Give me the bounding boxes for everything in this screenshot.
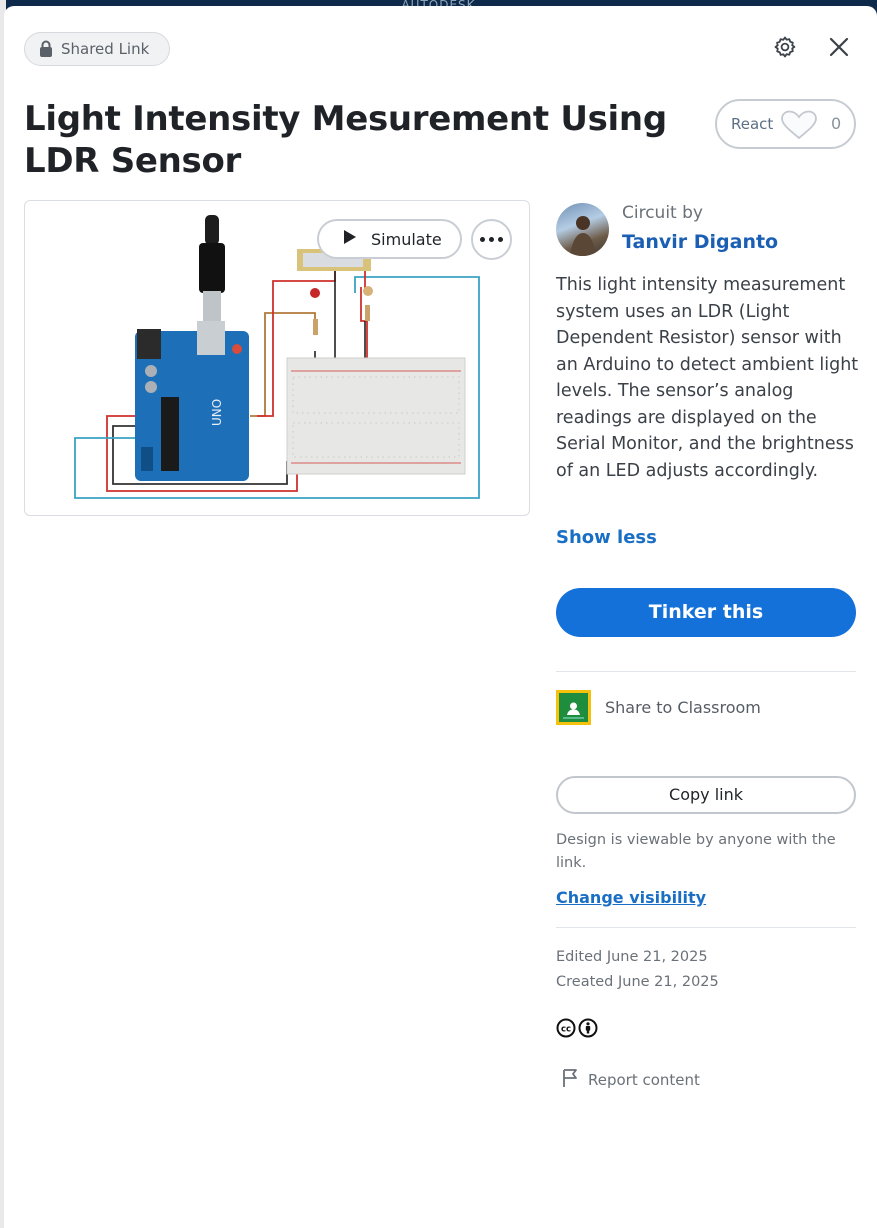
simulate-label: Simulate — [371, 229, 442, 249]
gear-icon — [773, 35, 797, 63]
created-date: Created June 21, 2025 — [556, 974, 719, 990]
design-title: Light Intensity Mesurement Using LDR Sen… — [24, 99, 667, 181]
author-name-link[interactable]: Tanvir Diganto — [622, 231, 778, 253]
react-label: React — [731, 115, 774, 133]
visibility-label: Shared Link — [61, 40, 150, 58]
author-avatar[interactable] — [556, 203, 609, 256]
play-icon — [343, 229, 357, 249]
license-badge[interactable]: cc — [556, 1018, 598, 1042]
author-label: Circuit by — [622, 203, 703, 223]
circuit-preview[interactable]: UNO Simulate — [24, 200, 530, 516]
svg-text:cc: cc — [561, 1025, 571, 1035]
flag-icon — [562, 1068, 580, 1092]
share-classroom-label: Share to Classroom — [605, 698, 761, 717]
creative-commons-icon: cc — [556, 1018, 576, 1042]
close-icon — [829, 37, 849, 61]
close-button[interactable] — [824, 34, 854, 64]
lock-icon — [39, 40, 53, 58]
show-less-link[interactable]: Show less — [556, 527, 657, 548]
google-classroom-icon — [556, 690, 591, 725]
attribution-icon — [578, 1018, 598, 1042]
heart-icon — [780, 110, 818, 144]
copy-link-button[interactable]: Copy link — [556, 776, 856, 814]
simulate-button[interactable]: Simulate — [317, 219, 462, 259]
visibility-badge[interactable]: Shared Link — [24, 32, 170, 66]
svg-text:UNO: UNO — [210, 399, 224, 426]
report-content-link[interactable]: Report content — [562, 1068, 700, 1092]
react-button[interactable]: React 0 — [715, 99, 856, 149]
edited-date: Edited June 21, 2025 — [556, 949, 708, 965]
design-details-modal: Shared Link Light Intensity Mesurement U… — [4, 6, 877, 1228]
react-count: 0 — [831, 114, 842, 133]
divider — [556, 671, 856, 672]
settings-button[interactable] — [770, 34, 800, 64]
report-content-label: Report content — [588, 1071, 700, 1089]
design-description: This light intensity measurement system … — [556, 275, 859, 481]
change-visibility-link[interactable]: Change visibility — [556, 888, 706, 907]
visibility-note: Design is viewable by anyone with the li… — [556, 832, 836, 871]
share-classroom-button[interactable]: Share to Classroom — [556, 690, 761, 725]
tinker-this-button[interactable]: Tinker this — [556, 588, 856, 637]
ellipsis-icon — [480, 237, 485, 242]
divider — [556, 927, 856, 928]
more-options-button[interactable] — [471, 219, 512, 260]
